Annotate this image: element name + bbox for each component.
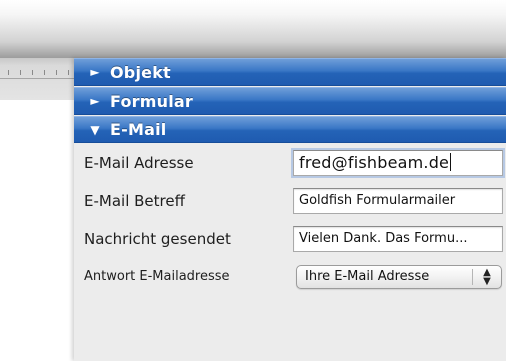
reply-address-label: Antwort E-Mailadresse — [84, 269, 230, 284]
sent-message-label: Nachricht gesendet — [84, 230, 231, 248]
reply-address-row: Antwort E-Mailadresse Ihre E-Mail Adress… — [74, 258, 506, 296]
window-toolbar — [0, 0, 506, 58]
sent-message-row: Nachricht gesendet Vielen Dank. Das Form… — [74, 220, 506, 258]
reply-address-selected: Ihre E-Mail Adresse — [305, 269, 430, 284]
section-formular-label: Formular — [110, 91, 193, 111]
ruler-ticks — [0, 70, 72, 78]
section-email[interactable]: ▼ E-Mail — [74, 116, 506, 143]
section-objekt[interactable]: ► Objekt — [74, 58, 506, 86]
disclosure-collapsed-icon: ► — [90, 94, 100, 108]
section-objekt-label: Objekt — [110, 62, 171, 82]
email-subject-row: E-Mail Betreff Goldfish Formularmailer — [74, 182, 506, 220]
canvas-area — [0, 100, 74, 361]
email-address-label: E-Mail Adresse — [84, 154, 194, 172]
sent-message-value: Vielen Dank. Das Formu... — [299, 231, 468, 246]
text-caret — [450, 153, 452, 171]
ruler-baseline — [0, 78, 74, 79]
email-subject-value: Goldfish Formularmailer — [299, 193, 456, 208]
section-formular[interactable]: ► Formular — [74, 87, 506, 115]
reply-address-select[interactable]: Ihre E-Mail Adresse ▲ ▼ — [296, 265, 502, 289]
chevron-down-icon: ▼ — [483, 276, 491, 287]
inspector-panel: ► Objekt ► Formular ▼ E-Mail E-Mail Adre… — [74, 58, 506, 361]
section-email-label: E-Mail — [110, 120, 167, 139]
sent-message-input[interactable]: Vielen Dank. Das Formu... — [293, 226, 503, 252]
disclosure-collapsed-icon: ► — [90, 65, 100, 79]
popup-stepper-icon: ▲ ▼ — [473, 266, 501, 288]
email-subject-input[interactable]: Goldfish Formularmailer — [293, 188, 503, 214]
email-address-row: E-Mail Adresse fred@fishbeam.de — [74, 144, 506, 182]
email-address-input[interactable]: fred@fishbeam.de — [293, 150, 503, 176]
ruler — [0, 58, 74, 100]
email-address-value: fred@fishbeam.de — [299, 153, 450, 172]
disclosure-expanded-icon: ▼ — [90, 122, 100, 137]
email-subject-label: E-Mail Betreff — [84, 192, 185, 210]
